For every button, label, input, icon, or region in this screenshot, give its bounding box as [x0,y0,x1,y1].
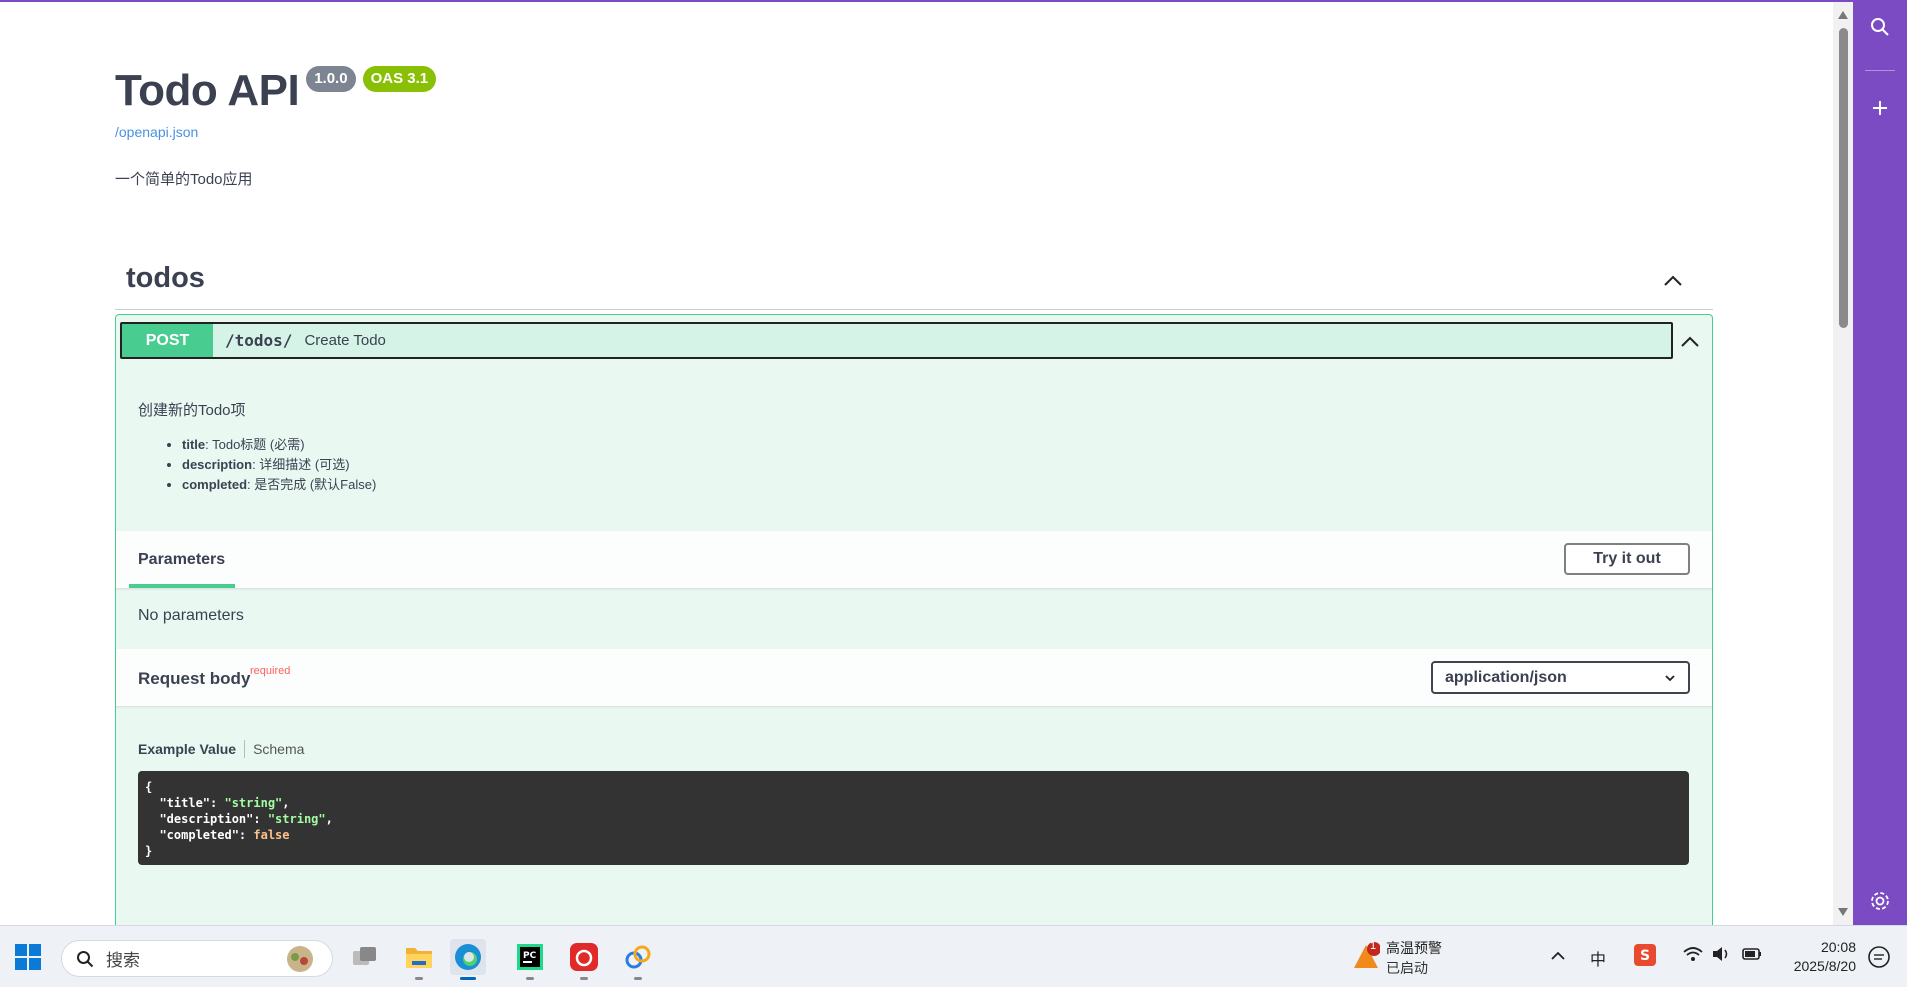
pycharm-icon[interactable]: PC [512,939,548,980]
taskbar-search-input[interactable]: 搜索 [61,940,333,977]
required-marker: required [250,665,291,677]
active-tab-indicator [129,584,235,588]
browser-viewport: Todo API 1.0.0 OAS 3.1 /openapi.json 一个简… [0,0,1853,925]
scroll-thumb[interactable] [1839,28,1848,328]
parameters-header: Parameters Try it out [116,531,1712,589]
weather-title: 高温预警 [1386,940,1442,956]
clock-date: 2025/8/20 [1793,958,1856,974]
content-type-select[interactable]: application/json [1431,661,1690,694]
scroll-down-icon[interactable] [1837,907,1849,917]
chevron-up-icon[interactable] [1680,332,1700,352]
search-placeholder: 搜索 [106,951,140,970]
volume-icon[interactable] [1711,945,1731,963]
weather-badge-count: 1 [1370,940,1377,952]
clock-time: 20:08 [1820,939,1856,955]
file-explorer-icon[interactable] [401,939,437,980]
tab-example-value[interactable]: Example Value [138,741,236,757]
chevron-up-icon[interactable] [1550,950,1566,962]
tag-header-todos[interactable]: todos [115,252,1713,310]
no-parameters-text: No parameters [138,607,244,624]
example-json-code: { "title": "string", "description": "str… [138,771,1689,865]
search-highlight-icon [287,946,313,972]
version-badge: 1.0.0 [306,66,356,92]
api-description: 一个简单的Todo应用 [115,171,253,188]
taskbar-clock[interactable]: 20:08 2025/8/20 [1780,938,1856,976]
task-view-icon[interactable] [347,939,383,975]
sogou-ime-icon[interactable]: S [1633,943,1657,967]
search-icon [77,951,94,968]
list-item: title: Todo标题 (必需) [182,435,376,455]
tab-divider [244,740,246,758]
opblock-summary[interactable]: POST /todos/ Create Todo [120,322,1673,359]
tag-name: todos [126,262,205,294]
netease-music-icon[interactable] [566,939,602,980]
search-icon[interactable] [1867,14,1893,40]
scroll-up-icon[interactable] [1837,10,1849,20]
windows-taskbar: 搜索 PC 1 高温预警 已启动 中 S 20:08 2025/8/20 [0,925,1907,987]
endpoint-path: /todos/ [225,331,293,350]
weather-alert-widget[interactable]: 1 高温预警 已启动 [1352,936,1462,978]
gear-icon[interactable] [1867,888,1893,914]
opblock-post-todos: POST /todos/ Create Todo 创建新的Todo项 title… [115,314,1713,925]
windows-start-icon[interactable] [10,939,46,975]
content-type-value: application/json [1445,668,1567,686]
weather-subtitle: 已启动 [1386,960,1428,976]
http-method-badge: POST [122,324,213,357]
chevron-up-icon[interactable] [1662,270,1684,292]
try-it-out-button[interactable]: Try it out [1564,543,1690,575]
tab-parameters[interactable]: Parameters [138,551,225,569]
battery-icon[interactable] [1741,945,1763,963]
divider [1865,70,1895,71]
request-body-header: Request body required application/json [116,649,1712,707]
sidebar-buttons [1853,0,1907,925]
edge-browser-icon[interactable] [450,939,486,980]
api-title-row: Todo API 1.0.0 OAS 3.1 [115,64,437,118]
operation-description: 创建新的Todo项 [138,402,246,419]
plus-icon[interactable] [1867,95,1893,121]
notification-icon[interactable] [1866,944,1892,970]
field-list: title: Todo标题 (必需) description: 详细描述 (可选… [182,435,376,495]
chevron-down-icon [1665,675,1675,682]
app-icon[interactable] [620,939,656,980]
vertical-scrollbar[interactable] [1833,2,1853,925]
tab-schema[interactable]: Schema [253,741,304,757]
list-item: description: 详细描述 (可选) [182,455,376,475]
list-item: completed: 是否完成 (默认False) [182,475,376,495]
svg-text:S: S [1640,948,1650,964]
example-tabs: Example Value Schema [138,740,304,758]
request-body-label: Request body [138,669,251,688]
api-title: Todo API [115,66,300,115]
ime-indicator[interactable]: 中 [1590,946,1606,970]
oas-badge: OAS 3.1 [362,66,437,92]
svg-text:PC: PC [523,951,537,961]
endpoint-summary: Create Todo [304,332,386,349]
openapi-spec-link[interactable]: /openapi.json [115,124,198,140]
wifi-icon[interactable] [1682,945,1704,963]
